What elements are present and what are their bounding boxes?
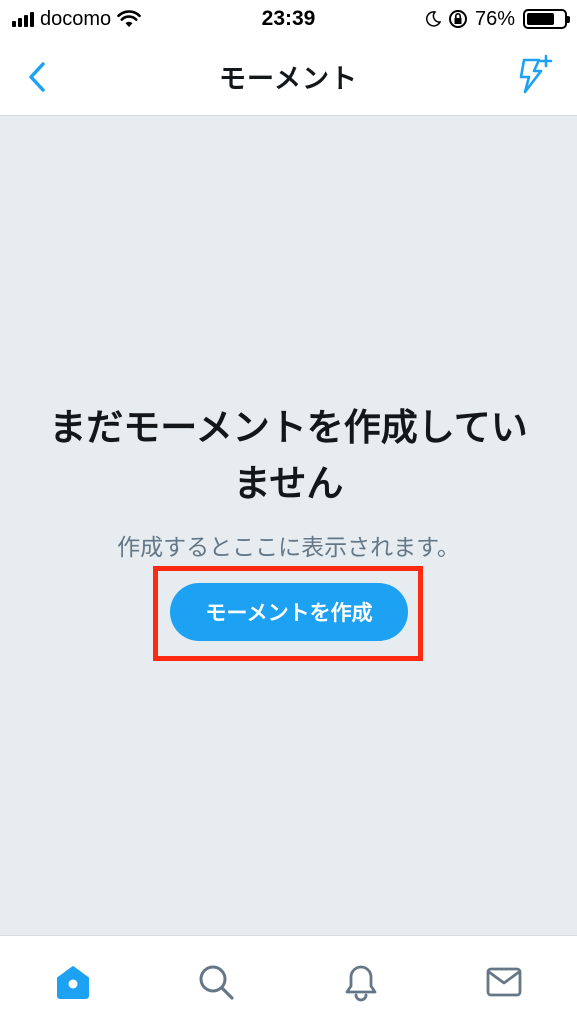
home-icon (57, 966, 89, 999)
carrier-label: docomo (40, 7, 112, 30)
cellular-signal-icon (12, 11, 34, 27)
lightning-plus-icon (519, 54, 553, 94)
moon-icon (425, 11, 441, 27)
status-left: docomo (12, 8, 141, 31)
empty-state-title: まだモーメントを作成していません (49, 406, 528, 505)
tab-notifications[interactable] (339, 960, 383, 1004)
tab-messages[interactable] (482, 960, 526, 1004)
empty-state-subtitle: 作成するとここに表示されます。 (117, 535, 460, 561)
search-icon (199, 965, 234, 1000)
tab-search[interactable] (194, 960, 238, 1004)
tab-bar (0, 935, 577, 1024)
battery-percent: 76% (474, 7, 515, 30)
tab-home[interactable] (51, 960, 95, 1004)
battery-level-fill (527, 13, 555, 25)
wifi-icon (117, 10, 141, 27)
page-title: モーメント (219, 64, 358, 95)
battery-icon (523, 9, 570, 29)
nav-bar: モーメント (0, 38, 577, 116)
bell-icon (345, 965, 377, 1002)
moments-empty-state: まだモーメントを作成していません 作成するとここに表示されます。 モーメントを作… (0, 116, 577, 935)
create-moment-nav-button[interactable] (511, 54, 553, 96)
back-button[interactable] (20, 58, 54, 96)
orientation-lock-icon (448, 10, 467, 28)
create-moment-button[interactable]: モーメントを作成 (170, 583, 408, 641)
status-right: 76% (425, 7, 570, 31)
mail-icon (486, 967, 522, 997)
chevron-left-icon (29, 62, 45, 92)
status-bar: docomo 23:39 76% (0, 0, 577, 38)
